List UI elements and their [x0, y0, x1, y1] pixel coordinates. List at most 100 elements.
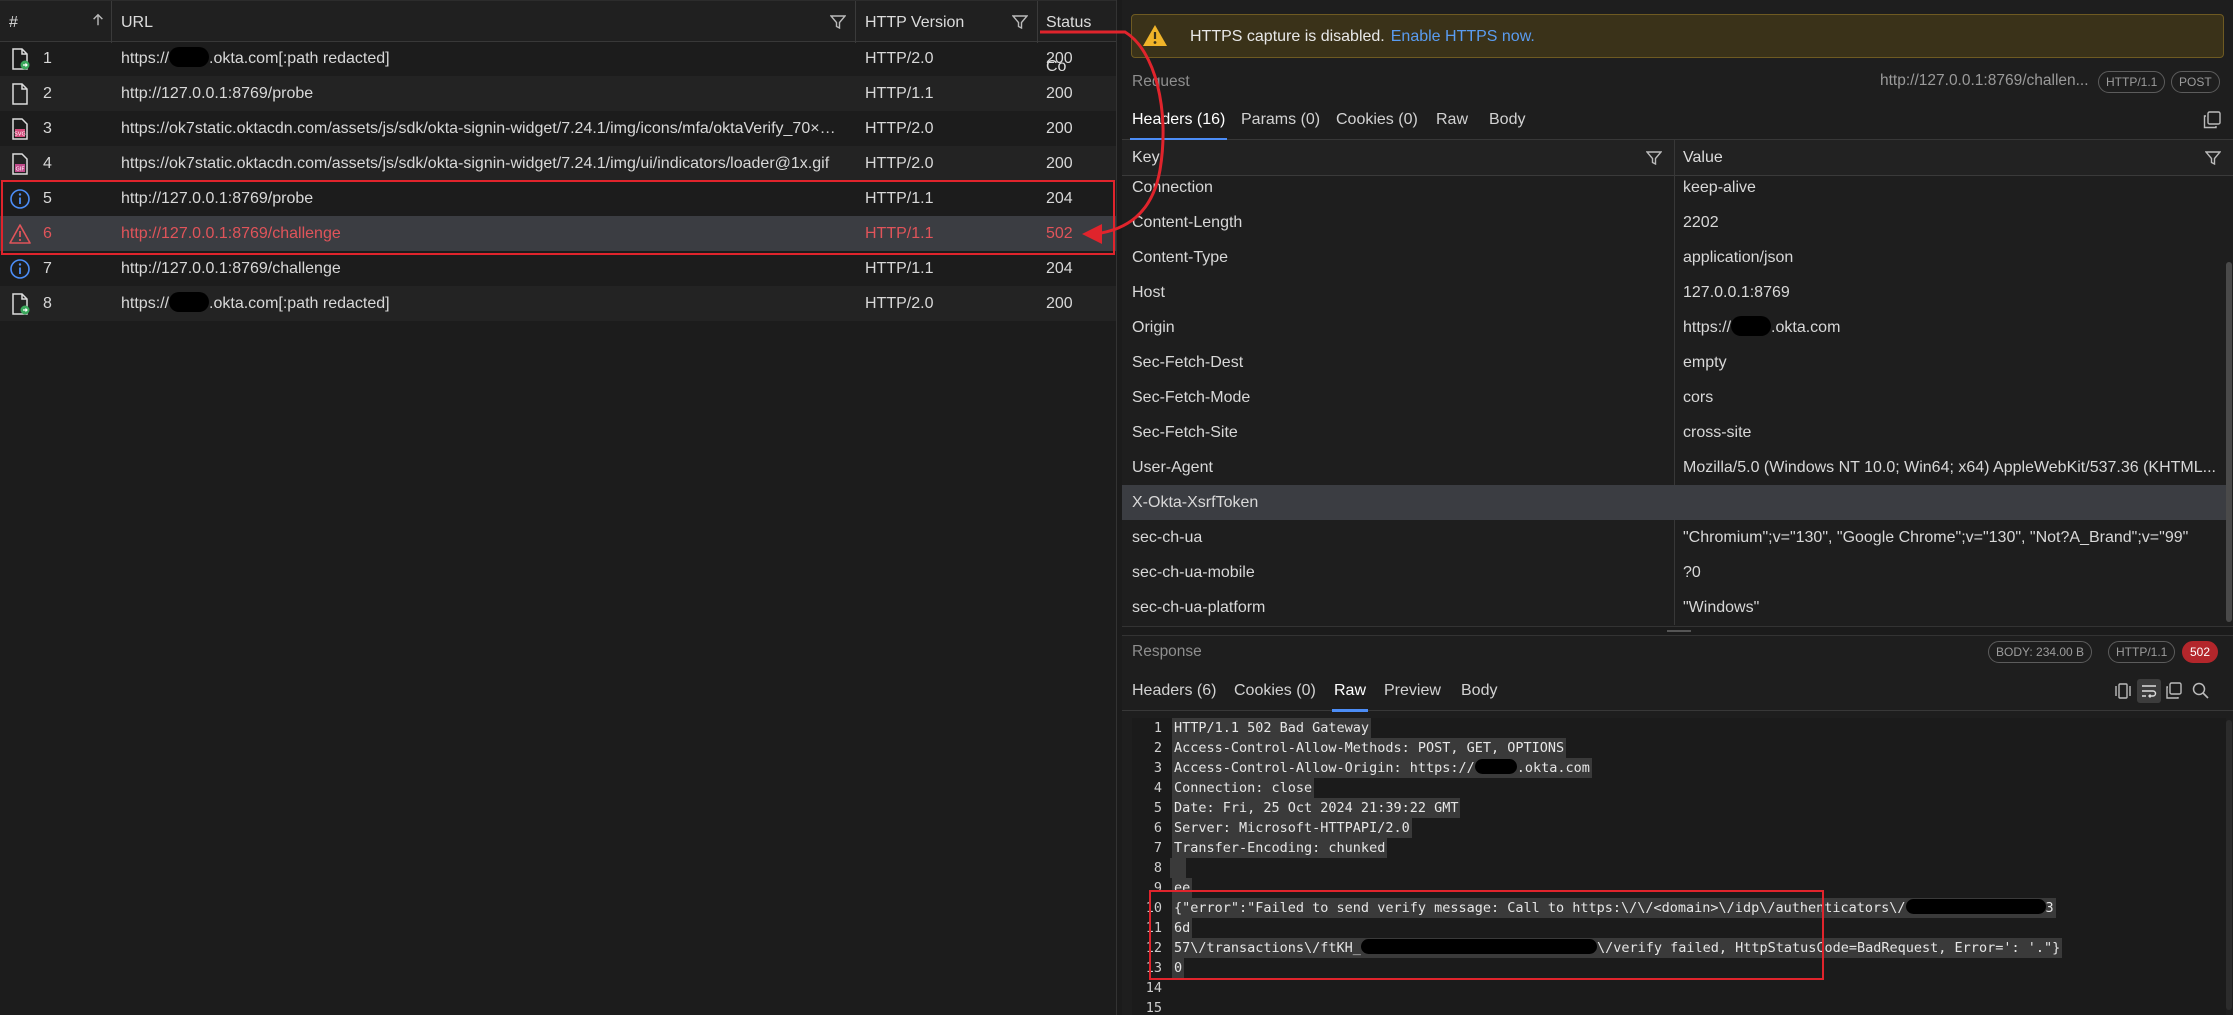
- header-row[interactable]: Content-Type application/json: [1122, 240, 2226, 275]
- tab-response-cookies[interactable]: Cookies (0): [1234, 671, 1316, 711]
- response-section-title: Response: [1132, 643, 1202, 660]
- tab-response-raw[interactable]: Raw: [1331, 671, 1369, 712]
- view-mode-icon[interactable]: [2112, 680, 2134, 702]
- svg-file-icon: SVG: [12, 118, 28, 140]
- raw-scrollbar[interactable]: [2226, 720, 2232, 1010]
- request-row[interactable]: SVG 3 https://ok7static.oktacdn.com/asse…: [0, 111, 1116, 146]
- col-header-http-version-label: HTTP Version: [865, 14, 965, 31]
- filter-icon[interactable]: [1646, 151, 1662, 165]
- header-value: Mozilla/5.0 (Windows NT 10.0; Win64; x64…: [1683, 459, 2216, 476]
- request-http-version: HTTP/2.0: [865, 295, 934, 312]
- document-out-icon: [12, 48, 30, 70]
- header-row[interactable]: Content-Length 2202: [1122, 205, 2226, 240]
- response-tabs: Headers (6) Cookies (0) Raw Preview Body: [1122, 671, 2233, 712]
- word-wrap-icon[interactable]: [2137, 679, 2161, 703]
- header-value: "Windows": [1683, 599, 1760, 616]
- header-value: application/json: [1683, 249, 1794, 266]
- request-row[interactable]: 8 https://.okta.com[:path redacted] HTTP…: [0, 286, 1116, 321]
- header-key: Content-Length: [1132, 214, 1243, 231]
- header-value: 2202: [1683, 214, 1719, 231]
- sort-ascending-icon[interactable]: [90, 13, 106, 27]
- request-http-version: HTTP/2.0: [865, 120, 934, 137]
- header-key: Sec-Fetch-Site: [1132, 424, 1238, 441]
- header-key: Sec-Fetch-Dest: [1132, 354, 1244, 371]
- header-row-selected[interactable]: X-Okta-XsrfToken: [1122, 485, 2226, 520]
- col-header-url[interactable]: URL: [112, 1, 856, 43]
- splitter-grip: [1667, 630, 1691, 632]
- tab-response-preview[interactable]: Preview: [1384, 671, 1441, 711]
- request-response-splitter[interactable]: [1122, 626, 2233, 636]
- header-key: Content-Type: [1132, 249, 1229, 266]
- tab-request-params[interactable]: Params (0): [1241, 100, 1320, 140]
- header-row[interactable]: sec-ch-ua "Chromium";v="130", "Google Chr…: [1122, 520, 2226, 555]
- info-icon: [10, 259, 30, 279]
- redaction-mark: [1731, 316, 1772, 336]
- filter-icon[interactable]: [1012, 15, 1028, 29]
- filter-icon[interactable]: [2205, 151, 2221, 165]
- request-status: 204: [1046, 260, 1073, 277]
- col-header-number-label: #: [9, 14, 18, 31]
- tab-request-body[interactable]: Body: [1489, 100, 1525, 140]
- request-status: 200: [1046, 155, 1073, 172]
- header-key: sec-ch-ua: [1132, 529, 1203, 546]
- tab-request-cookies[interactable]: Cookies (0): [1336, 100, 1418, 140]
- response-version-pill: HTTP/1.1: [2108, 641, 2176, 663]
- header-key: Origin: [1132, 319, 1175, 336]
- filter-icon[interactable]: [830, 15, 846, 29]
- request-status: 200: [1046, 50, 1073, 67]
- details-pane: HTTPS capture is disabled. Enable HTTPS n…: [1122, 0, 2233, 1015]
- header-row[interactable]: Connection keep-alive: [1122, 170, 2226, 205]
- request-url: https://ok7static.oktacdn.com/assets/js/…: [121, 155, 830, 172]
- header-row[interactable]: Host 127.0.0.1:8769: [1122, 275, 2226, 310]
- header-key: Sec-Fetch-Mode: [1132, 389, 1251, 406]
- tab-response-body[interactable]: Body: [1461, 671, 1497, 711]
- requests-table-header: # URL HTTP Version Status Co: [0, 0, 1116, 75]
- request-row[interactable]: 1 https://.okta.com[:path redacted] HTTP…: [0, 41, 1116, 76]
- header-value: 127.0.0.1:8769: [1683, 284, 1790, 301]
- copy-icon[interactable]: [2203, 111, 2221, 129]
- tab-request-headers[interactable]: Headers (16): [1129, 100, 1228, 141]
- request-number: 7: [43, 260, 52, 277]
- header-value: ?0: [1683, 564, 1701, 581]
- header-row[interactable]: sec-ch-ua-platform "Windows": [1122, 590, 2226, 625]
- gif-file-icon: GIF: [12, 153, 28, 175]
- header-row[interactable]: Origin https://.okta.com: [1122, 310, 2226, 345]
- https-warning-banner: HTTPS capture is disabled. Enable HTTPS n…: [1131, 14, 2224, 58]
- request-row[interactable]: GIF 4 https://ok7static.oktacdn.com/asse…: [0, 146, 1116, 181]
- col-header-http-version[interactable]: HTTP Version: [856, 1, 1038, 43]
- request-number: 3: [43, 120, 52, 137]
- request-url-display: http://127.0.0.1:8769/challen...: [1880, 72, 2089, 89]
- header-value: https://.okta.com: [1683, 310, 2223, 345]
- request-http-version: HTTP/1.1: [865, 260, 934, 277]
- search-icon[interactable]: [2190, 680, 2212, 702]
- request-url: https://.okta.com[:path redacted]: [121, 286, 390, 321]
- request-http-version: HTTP/2.0: [865, 155, 934, 172]
- header-row[interactable]: sec-ch-ua-mobile ?0: [1122, 555, 2226, 590]
- banner-text: HTTPS capture is disabled. Enable HTTPS n…: [1190, 28, 1535, 45]
- document-icon: [12, 83, 28, 105]
- annotation-highlight-box: [1, 180, 1115, 255]
- header-row[interactable]: Sec-Fetch-Dest empty: [1122, 345, 2226, 380]
- headers-scrollbar[interactable]: [2226, 262, 2232, 622]
- warning-triangle-icon: [1143, 25, 1167, 46]
- request-row[interactable]: 2 http://127.0.0.1:8769/probe HTTP/1.1 2…: [0, 76, 1116, 111]
- col-header-number[interactable]: #: [0, 1, 112, 43]
- svg-text:SVG: SVG: [14, 132, 26, 138]
- svg-text:GIF: GIF: [15, 167, 24, 173]
- enable-https-link[interactable]: Enable HTTPS now.: [1391, 28, 1535, 45]
- header-row[interactable]: Sec-Fetch-Site cross-site: [1122, 415, 2226, 450]
- col-header-url-label: URL: [121, 14, 154, 31]
- header-row[interactable]: Sec-Fetch-Mode cors: [1122, 380, 2226, 415]
- redaction-mark: [169, 292, 210, 312]
- header-value: "Chromium";v="130", "Google Chrome";v="1…: [1683, 529, 2189, 546]
- tab-request-raw[interactable]: Raw: [1436, 100, 1468, 140]
- header-key: Host: [1132, 284, 1165, 301]
- copy-icon[interactable]: [2163, 680, 2185, 702]
- header-value: cors: [1683, 389, 1714, 406]
- col-header-status-code[interactable]: Status Co: [1038, 1, 1116, 75]
- tab-response-headers[interactable]: Headers (6): [1132, 671, 1216, 711]
- header-row[interactable]: User-Agent Mozilla/5.0 (Windows NT 10.0; …: [1122, 450, 2226, 485]
- request-status: 200: [1046, 120, 1073, 137]
- request-number: 8: [43, 295, 52, 312]
- request-row[interactable]: 7 http://127.0.0.1:8769/challenge HTTP/1…: [0, 251, 1116, 286]
